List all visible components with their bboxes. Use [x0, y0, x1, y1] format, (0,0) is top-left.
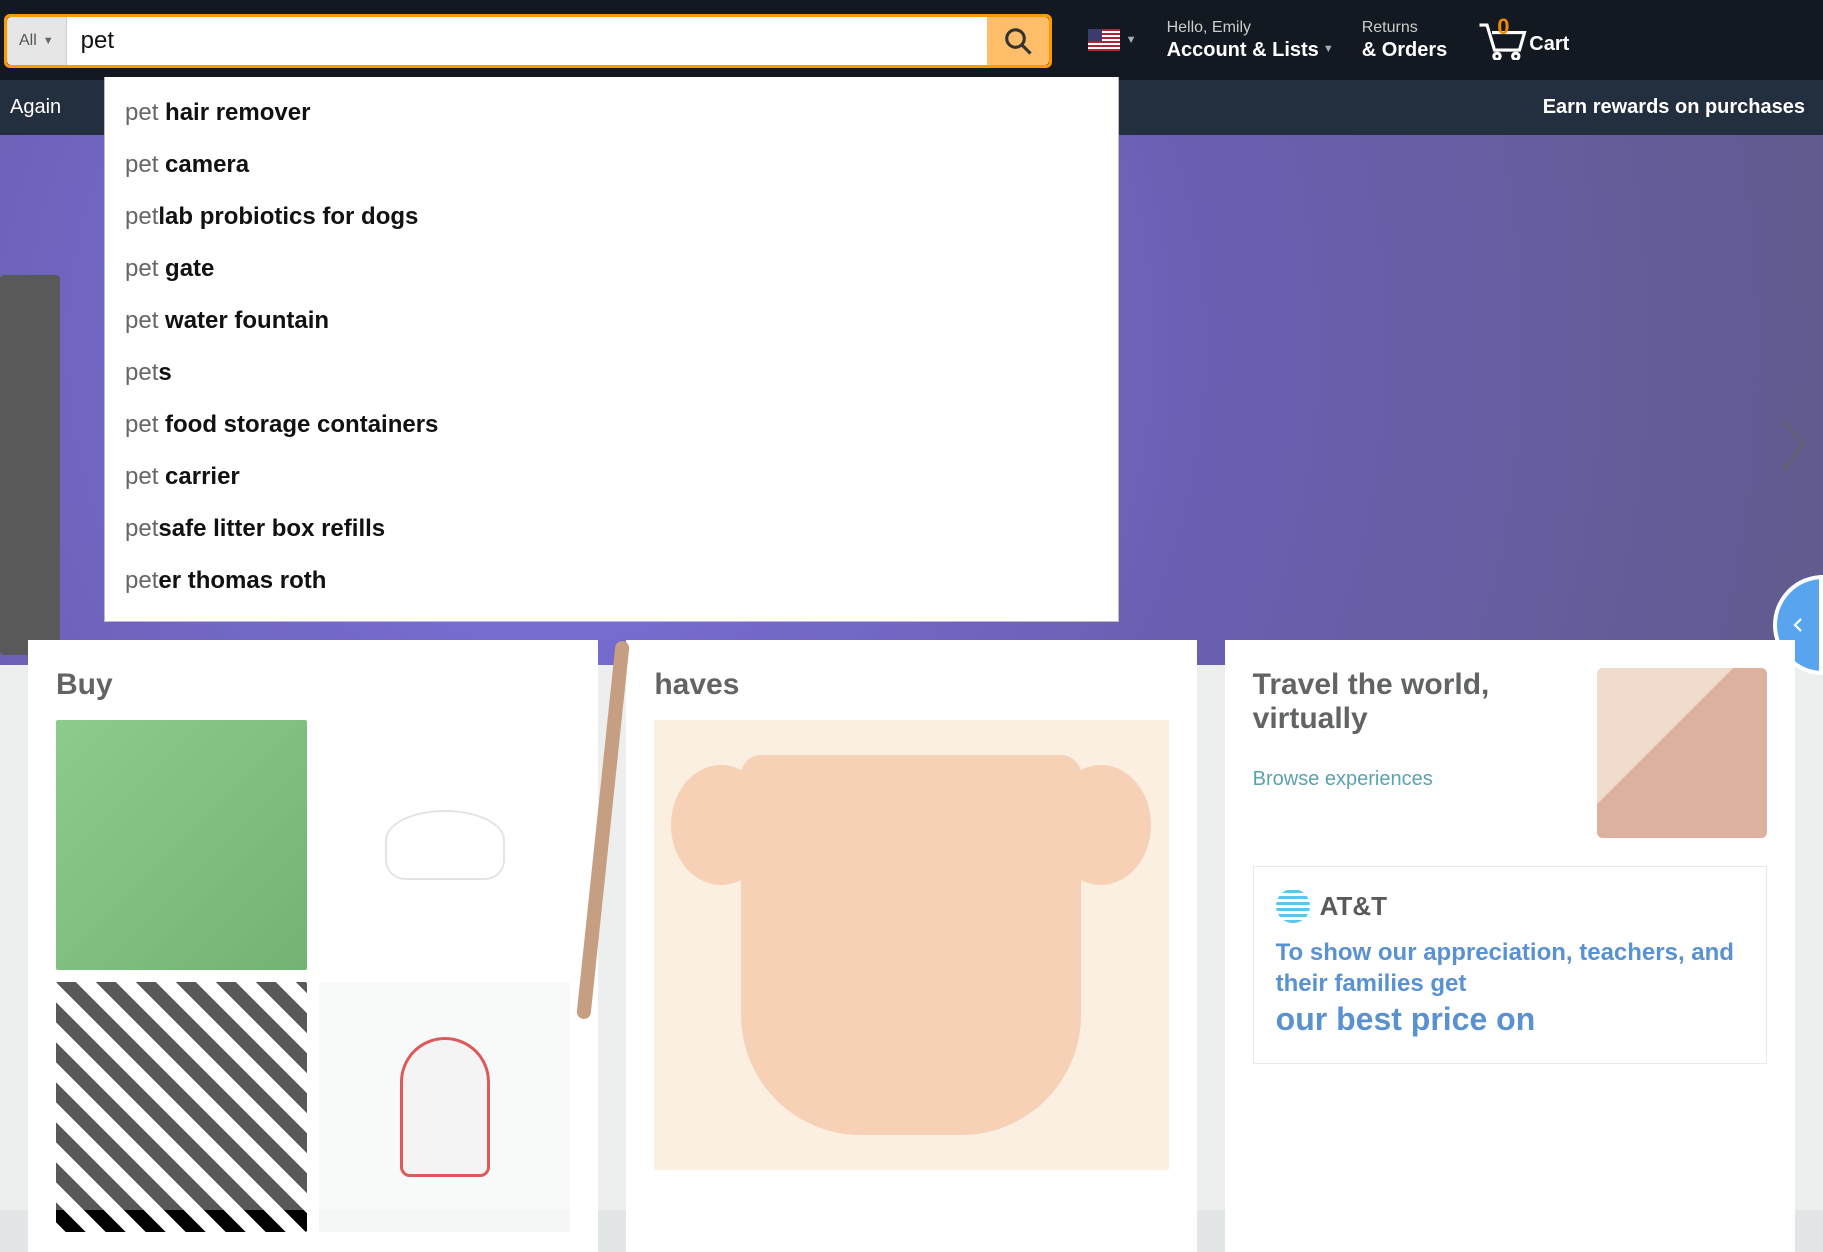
search-icon — [1003, 26, 1033, 56]
account-menu[interactable]: Hello, Emily Account & Lists ▼ — [1163, 12, 1338, 67]
promo-image — [1597, 668, 1767, 838]
cart-count: 0 — [1497, 14, 1509, 40]
suggestion-completion: er thomas roth — [158, 567, 326, 594]
autocomplete-suggestion[interactable]: pet gate — [105, 243, 1118, 295]
suggestion-prefix: pet — [125, 99, 165, 126]
autocomplete-suggestion[interactable]: petlab probiotics for dogs — [105, 191, 1118, 243]
att-brand-text: AT&T — [1320, 891, 1387, 922]
chevron-right-icon — [1778, 415, 1808, 475]
suggestion-completion: carrier — [165, 463, 240, 490]
suggestion-completion: gate — [165, 255, 214, 282]
product-image[interactable] — [654, 720, 1168, 1170]
product-thumb[interactable] — [319, 982, 570, 1232]
card-buy-again: Buy — [28, 640, 598, 1252]
chevron-down-icon: ▼ — [1323, 43, 1334, 56]
card-title: Buy — [56, 668, 570, 702]
autocomplete-suggestion[interactable]: peter thomas roth — [105, 555, 1118, 607]
product-thumb[interactable] — [319, 720, 570, 970]
card-travel-virtually: Travel the world, virtually Browse exper… — [1225, 640, 1795, 1252]
cart-link[interactable]: 0 Cart — [1471, 14, 1575, 66]
search-autocomplete: pet hair removerpet camerapetlab probiot… — [104, 77, 1119, 622]
search-category-label: All — [19, 32, 37, 50]
autocomplete-suggestion[interactable]: pet food storage containers — [105, 399, 1118, 451]
chevron-down-icon: ▼ — [1126, 34, 1137, 46]
card-title: haves — [654, 668, 1168, 702]
product-thumb[interactable] — [56, 982, 307, 1232]
autocomplete-suggestion[interactable]: pet hair remover — [105, 87, 1118, 139]
suggestion-completion: water fountain — [165, 307, 329, 334]
chevron-left-icon — [1789, 616, 1807, 634]
locale-selector[interactable]: ▼ — [1082, 21, 1143, 59]
suggestion-completion: hair remover — [165, 99, 310, 126]
chevron-down-icon: ▼ — [43, 35, 54, 47]
ad-line-2: our best price on — [1276, 999, 1744, 1041]
returns-label-2: & Orders — [1362, 38, 1448, 62]
autocomplete-suggestion[interactable]: pet carrier — [105, 451, 1118, 503]
search-category-dropdown[interactable]: All ▼ — [7, 17, 67, 65]
att-globe-icon — [1276, 889, 1310, 923]
autocomplete-suggestion[interactable]: pets — [105, 347, 1118, 399]
suggestion-prefix: pet — [125, 515, 158, 542]
card-must-haves: haves — [626, 640, 1196, 1252]
greeting-text: Hello, Emily — [1167, 18, 1334, 37]
cards-row: Buy haves Travel the world, virtually Br… — [0, 640, 1823, 1252]
att-ad[interactable]: AT&T To show our appreciation, teachers,… — [1253, 866, 1767, 1064]
suggestion-prefix: pet — [125, 411, 165, 438]
search-input[interactable] — [67, 17, 987, 65]
autocomplete-suggestion[interactable]: petsafe litter box refills — [105, 503, 1118, 555]
product-image — [0, 275, 60, 655]
att-logo: AT&T — [1276, 889, 1744, 923]
cart-label: Cart — [1529, 33, 1569, 56]
returns-label-1: Returns — [1362, 18, 1448, 37]
suggestion-prefix: pet — [125, 255, 165, 282]
suggestion-prefix: pet — [125, 463, 165, 490]
ad-line-1: To show our appreciation, teachers, and … — [1276, 937, 1744, 999]
suggestion-prefix: pet — [125, 359, 158, 386]
subnav-promo[interactable]: Earn rewards on purchases — [1543, 96, 1813, 119]
search-bar: All ▼ — [4, 14, 1052, 68]
returns-orders-link[interactable]: Returns & Orders — [1358, 12, 1452, 67]
us-flag-icon — [1088, 29, 1120, 51]
suggestion-prefix: pet — [125, 567, 158, 594]
suggestion-completion: food storage containers — [165, 411, 438, 438]
suggestion-completion: s — [158, 359, 171, 386]
suggestion-prefix: pet — [125, 307, 165, 334]
top-nav: All ▼ ▼ Hello, Emily Account & Lists ▼ R… — [0, 0, 1823, 80]
product-thumb[interactable] — [56, 720, 307, 970]
suggestion-prefix: pet — [125, 203, 158, 230]
autocomplete-suggestion[interactable]: pet water fountain — [105, 295, 1118, 347]
suggestion-prefix: pet — [125, 151, 165, 178]
subnav-item-again[interactable]: Again — [10, 96, 61, 119]
card-title: Travel the world, virtually — [1253, 668, 1579, 736]
suggestion-completion: safe litter box refills — [158, 515, 385, 542]
nav-right: ▼ Hello, Emily Account & Lists ▼ Returns… — [1082, 12, 1576, 67]
account-lists-label: Account & Lists — [1167, 38, 1319, 62]
suggestion-completion: camera — [165, 151, 249, 178]
suggestion-completion: lab probiotics for dogs — [158, 203, 418, 230]
browse-experiences-link[interactable]: Browse experiences — [1253, 768, 1433, 791]
autocomplete-suggestion[interactable]: pet camera — [105, 139, 1118, 191]
search-button[interactable] — [987, 17, 1049, 65]
carousel-next-button[interactable] — [1763, 385, 1823, 505]
thumb-grid — [56, 720, 570, 1232]
